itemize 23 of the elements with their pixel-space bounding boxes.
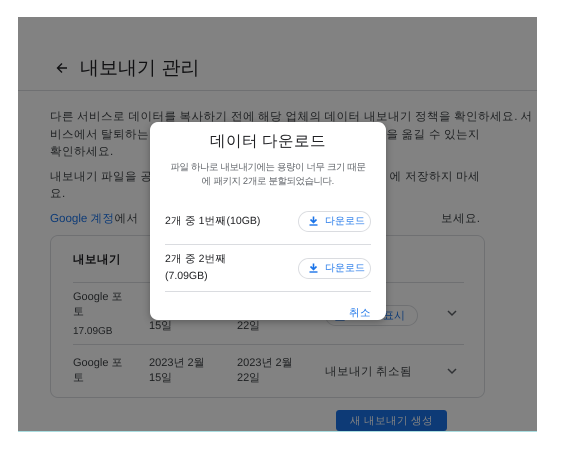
dialog-title: 데이터 다운로드 bbox=[208, 132, 328, 152]
export-name: Google 포토 bbox=[73, 356, 124, 386]
table-cell-text: 2023년 2월 15일 bbox=[149, 356, 206, 386]
dialog-message: 파일 하나로 내보내기에는 용량이 너무 크기 때문 에 패키지 2개로 분할되었습니다. bbox=[169, 161, 367, 188]
paragraph-text: 다른 서비스로 데이터를 복사하기 전에 해당 업체의 데이터 내보내기 정책을 확인하세요. 서 bbox=[50, 110, 533, 123]
column-header: 내보내기 bbox=[73, 252, 121, 266]
table-cell-text: 22일 bbox=[237, 319, 262, 334]
export-status: 내보내기 취소됨 bbox=[325, 366, 412, 378]
paragraph-text: 확인하세요. bbox=[50, 145, 114, 158]
paragraph-text: 에 저장하지 마세 bbox=[390, 168, 480, 184]
part-label: 2개 중 2번째 (7.09GB) bbox=[165, 252, 227, 284]
export-size: 17.09GB bbox=[73, 326, 114, 337]
table-cell-text: 15일 bbox=[149, 319, 174, 334]
export-name: Google 포토 bbox=[73, 290, 124, 320]
part-label: 2개 중 1번째(10GB) bbox=[165, 214, 260, 228]
table-cell-text: 2023년 2월 22일 bbox=[237, 356, 294, 386]
page-title: 내보내기 관리 bbox=[80, 56, 200, 80]
paragraph-text: 요. bbox=[50, 187, 66, 200]
paragraph-text: 비스에서 탈퇴하는 bbox=[50, 128, 150, 140]
paragraph-text: 에서 bbox=[114, 212, 139, 224]
paragraph-text: 내보내기 파일을 공 bbox=[50, 170, 152, 182]
paragraph-text: 을 옮길 수 있는지 bbox=[386, 126, 480, 142]
paragraph-text: 보세요. bbox=[440, 210, 480, 226]
